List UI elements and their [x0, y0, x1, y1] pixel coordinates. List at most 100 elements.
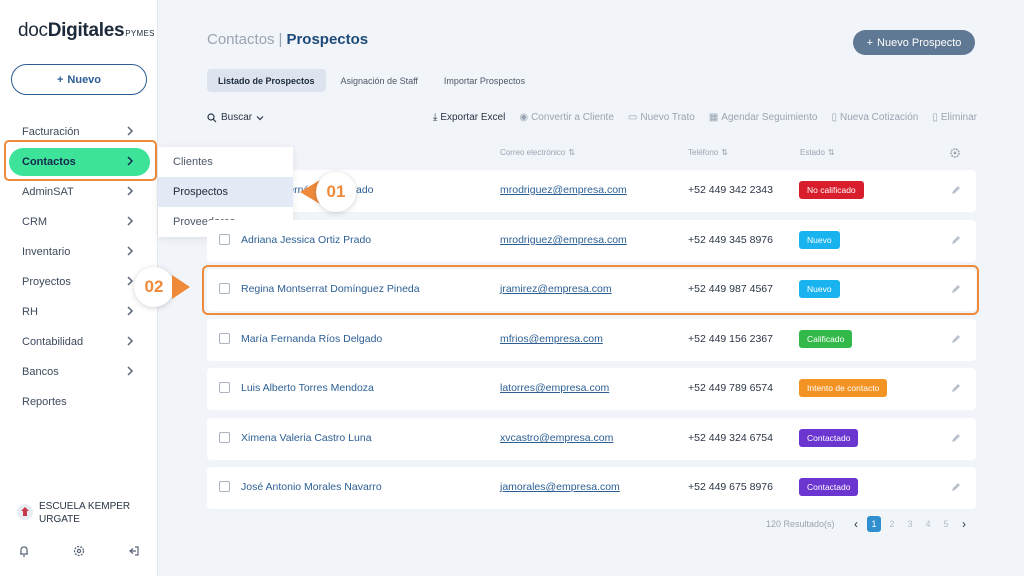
tab-listado[interactable]: Listado de Prospectos — [207, 69, 326, 92]
row-checkbox[interactable] — [219, 382, 230, 393]
submenu-item-prospectos[interactable]: Prospectos — [158, 177, 293, 207]
table-row[interactable]: María Fernanda Ríos Delgado mfrios@empre… — [207, 319, 976, 361]
page-3[interactable]: 3 — [903, 516, 917, 532]
table-row[interactable]: Adriana Jessica Ortiz Prado mrodriguez@e… — [207, 220, 976, 262]
status-badge: Contactado — [799, 478, 859, 496]
app-logo[interactable]: docDigitalesPYMES — [18, 20, 155, 42]
prospect-phone: +52 449 789 6574 — [688, 382, 773, 394]
breadcrumb-prospectos: Prospectos — [286, 31, 369, 48]
sidebar-item-contabilidad[interactable]: Contabilidad — [0, 327, 158, 357]
calendar-icon: ▦ — [708, 112, 719, 123]
chevron-right-icon — [127, 156, 134, 166]
prev-page-button[interactable]: ‹ — [849, 516, 863, 532]
column-header-status[interactable]: Estado ⇅ — [800, 148, 835, 157]
prospect-email[interactable]: jamorales@empresa.com — [500, 481, 620, 493]
column-header-email[interactable]: Correo electrónico ⇅ — [500, 148, 575, 157]
prospect-phone: +52 449 156 2367 — [688, 333, 773, 345]
school-name-line1: ESCUELA KEMPER — [39, 501, 131, 512]
prospect-email[interactable]: latorres@empresa.com — [500, 382, 609, 394]
pencil-icon[interactable] — [951, 383, 961, 393]
tab-asignacion[interactable]: Asignación de Staff — [330, 69, 429, 92]
prospect-email[interactable]: mrodriguez@empresa.com — [500, 234, 627, 246]
sort-icon: ⇅ — [721, 148, 728, 157]
account-info[interactable]: ESCUELA KEMPER URGATE — [17, 500, 130, 526]
new-button[interactable]: + Nuevo — [11, 64, 147, 95]
logout-icon[interactable] — [127, 544, 141, 558]
pagination: ‹ 1 2 3 4 5 › — [849, 516, 971, 532]
new-prospect-button[interactable]: + Nuevo Prospecto — [853, 30, 975, 55]
prospect-phone: +52 449 675 8976 — [688, 481, 773, 493]
row-checkbox[interactable] — [219, 234, 230, 245]
pencil-icon[interactable] — [951, 482, 961, 492]
pencil-icon[interactable] — [951, 334, 961, 344]
breadcrumb-contactos[interactable]: Contactos — [207, 31, 275, 48]
pencil-icon[interactable] — [951, 235, 961, 245]
prospect-email[interactable]: mfrios@empresa.com — [500, 333, 603, 345]
pencil-icon[interactable] — [951, 185, 961, 195]
page-4[interactable]: 4 — [921, 516, 935, 532]
row-checkbox[interactable] — [219, 432, 230, 443]
school-name-line2: URGATE — [39, 514, 80, 525]
export-excel-button[interactable]: ⤓ Exportar Excel — [433, 112, 505, 123]
table-row[interactable]: José Antonio Morales Navarro jamorales@e… — [207, 467, 976, 509]
prospect-name[interactable]: María Fernanda Ríos Delgado — [241, 333, 382, 345]
page-1[interactable]: 1 — [867, 516, 881, 532]
new-quote-button[interactable]: ▯ Nueva Cotización — [831, 112, 918, 123]
settings-gear-icon[interactable] — [949, 147, 961, 159]
sidebar-item-bancos[interactable]: Bancos — [0, 357, 158, 387]
row-checkbox[interactable] — [219, 333, 230, 344]
tab-importar[interactable]: Importar Prospectos — [433, 69, 536, 92]
download-icon: ⤓ — [432, 112, 438, 123]
page-2[interactable]: 2 — [885, 516, 899, 532]
page-5[interactable]: 5 — [939, 516, 953, 532]
sidebar-item-reportes[interactable]: Reportes — [0, 387, 158, 417]
next-page-button[interactable]: › — [957, 516, 971, 532]
plus-icon: + — [866, 36, 874, 49]
prospect-name[interactable]: Ximena Valeria Castro Luna — [241, 432, 372, 444]
results-count: 120 Resultado(s) — [766, 519, 835, 529]
table-row[interactable]: Luis Alberto Torres Mendoza latorres@emp… — [207, 368, 976, 410]
search-dropdown[interactable]: Buscar — [207, 112, 264, 123]
status-badge: No calificado — [799, 181, 864, 199]
schedule-followup-button[interactable]: ▦ Agendar Seguimiento — [709, 112, 818, 123]
table-row[interactable]: Ximena Valeria Castro Luna xvcastro@empr… — [207, 418, 976, 460]
chevron-right-icon — [127, 336, 134, 346]
prospect-email[interactable]: mrodriguez@empresa.com — [500, 184, 627, 196]
toolbar: Buscar ⤓ Exportar Excel ◉ Convertir a Clie… — [207, 112, 977, 128]
pencil-icon[interactable] — [951, 433, 961, 443]
prospect-name[interactable]: José Antonio Morales Navarro — [241, 481, 382, 493]
submenu-item-clientes[interactable]: Clientes — [158, 147, 293, 177]
callout-arrow — [172, 275, 190, 299]
prospect-phone: +52 449 324 6754 — [688, 432, 773, 444]
user-icon: ◉ — [519, 112, 529, 123]
prospect-name[interactable]: Adriana Jessica Ortiz Prado — [241, 234, 371, 246]
status-badge: Intento de contacto — [799, 379, 888, 397]
new-deal-button[interactable]: ▭ Nuevo Trato — [628, 112, 695, 123]
sidebar-item-inventario[interactable]: Inventario — [0, 237, 158, 267]
prospect-name[interactable]: Luis Alberto Torres Mendoza — [241, 382, 374, 394]
row-highlight — [202, 265, 979, 315]
sidebar-item-adminsat[interactable]: AdminSAT — [0, 177, 158, 207]
status-badge: Contactado — [799, 429, 859, 447]
gear-icon[interactable] — [72, 544, 86, 558]
sidebar-footer — [0, 542, 158, 560]
trash-icon: ▯ — [932, 112, 938, 123]
callout-02: 02 — [134, 267, 190, 307]
plus-icon: + — [56, 73, 64, 86]
status-badge: Nuevo — [799, 231, 840, 249]
chevron-right-icon — [127, 126, 134, 136]
folder-icon: ▭ — [627, 112, 638, 123]
chevron-right-icon — [127, 366, 134, 376]
chevron-down-icon — [256, 115, 264, 120]
callout-01: 01 — [300, 172, 356, 212]
search-icon — [207, 112, 217, 122]
prospect-email[interactable]: xvcastro@empresa.com — [500, 432, 613, 444]
convert-client-button[interactable]: ◉ Convertir a Cliente — [519, 112, 614, 123]
row-checkbox[interactable] — [219, 481, 230, 492]
column-header-phone[interactable]: Teléfono ⇅ — [688, 148, 728, 157]
status-badge: Calificado — [799, 330, 853, 348]
sidebar-item-crm[interactable]: CRM — [0, 207, 158, 237]
toolbar-actions: ⤓ Exportar Excel ◉ Convertir a Cliente ▭ Nu… — [433, 112, 977, 123]
bell-icon[interactable] — [17, 544, 31, 558]
delete-button[interactable]: ▯ Eliminar — [932, 112, 977, 123]
